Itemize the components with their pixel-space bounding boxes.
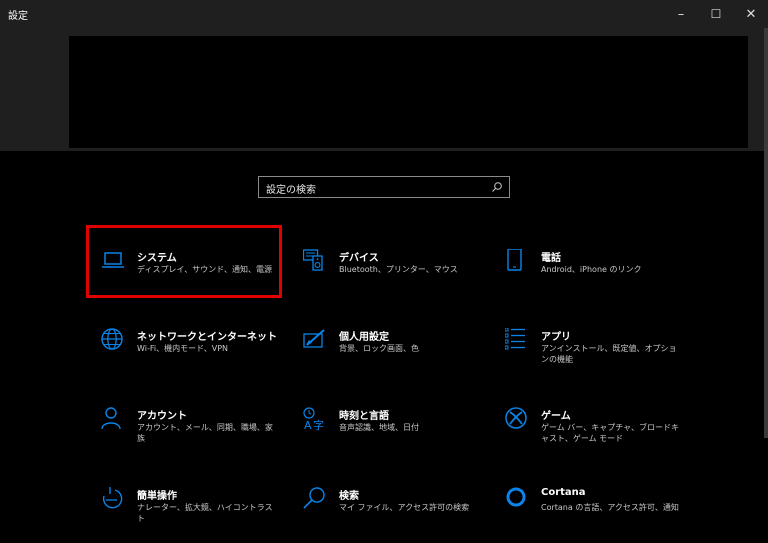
- tile-title: アカウント: [137, 411, 187, 422]
- apps-list-icon: [505, 328, 525, 350]
- tile-phone[interactable]: 電話 Android、iPhone のリンク: [505, 249, 695, 305]
- svg-text:A: A: [304, 419, 312, 432]
- tile-title: 電話: [541, 253, 561, 264]
- tile-time-language[interactable]: A 字 時刻と言語 音声認識、地域、日付: [303, 407, 493, 463]
- tile-cortana[interactable]: Cortana Cortana の言語、アクセス許可、通知: [505, 487, 695, 543]
- tile-devices[interactable]: デバイス Bluetooth、プリンター、マウス: [303, 249, 493, 305]
- person-icon: [101, 407, 121, 430]
- phone-icon: [507, 249, 522, 271]
- close-button[interactable]: ✕: [734, 0, 768, 28]
- window-title: 設定: [8, 11, 28, 22]
- time-language-icon: A 字: [303, 407, 324, 432]
- tile-title: 時刻と言語: [339, 411, 389, 422]
- tile-description: Android、iPhone のリンク: [541, 265, 642, 274]
- tile-personalization[interactable]: 個人用設定 背景、ロック画面、色: [303, 328, 493, 384]
- tile-title: Cortana: [541, 487, 586, 498]
- tile-network[interactable]: ネットワークとインターネット Wi-Fi、機内モード、VPN: [101, 328, 291, 384]
- scrollbar[interactable]: [764, 28, 768, 438]
- banner: [69, 36, 748, 148]
- search-box-icon: [492, 182, 502, 192]
- tile-accounts[interactable]: アカウント アカウント、メール、同期、職場、家族: [101, 407, 291, 463]
- search-placeholder: 設定の検索: [266, 185, 316, 196]
- tile-title: 検索: [339, 491, 359, 502]
- tile-description: Wi-Fi、機内モード、VPN: [137, 344, 229, 353]
- tile-title: 個人用設定: [339, 332, 389, 343]
- highlight-box: [86, 225, 282, 298]
- tile-search[interactable]: 検索 マイ ファイル、アクセス許可の検索: [303, 487, 493, 543]
- ease-of-access-icon: [102, 487, 123, 509]
- xbox-icon: [505, 407, 527, 429]
- svg-text:字: 字: [313, 418, 324, 432]
- tile-description: Cortana の言語、アクセス許可、通知: [541, 503, 679, 512]
- keyboard-speaker-icon: [303, 249, 323, 271]
- search-icon: [303, 487, 325, 509]
- search-box[interactable]: 設定の検索: [258, 176, 510, 198]
- tile-description: Bluetooth、プリンター、マウス: [339, 265, 458, 274]
- tile-description: マイ ファイル、アクセス許可の検索: [339, 503, 470, 512]
- paint-pen-icon: [303, 329, 325, 348]
- tile-gaming[interactable]: ゲーム ゲーム バー、キャプチャ、ブロードキャスト、ゲーム モード: [505, 407, 695, 463]
- tile-ease-of-access[interactable]: 簡単操作 ナレーター、拡大鏡、ハイコントラスト: [101, 487, 291, 543]
- tile-title: デバイス: [339, 253, 379, 264]
- tile-description: ナレーター、拡大鏡、ハイコントラスト: [137, 503, 273, 523]
- title-bar: 設定 – ☐ ✕: [0, 0, 768, 28]
- tile-description: アカウント、メール、同期、職場、家族: [137, 423, 273, 443]
- tile-title: ネットワークとインターネット: [137, 332, 277, 343]
- tile-description: ゲーム バー、キャプチャ、ブロードキャスト、ゲーム モード: [541, 423, 679, 443]
- tile-title: 簡単操作: [137, 491, 177, 502]
- tile-apps[interactable]: アプリ アンインストール、既定値、オプションの機能: [505, 328, 695, 384]
- tile-title: アプリ: [541, 332, 571, 343]
- globe-icon: [101, 328, 123, 350]
- cortana-icon: [506, 487, 526, 507]
- tile-description: 音声認識、地域、日付: [339, 423, 419, 432]
- header-area: [0, 28, 768, 151]
- tile-title: ゲーム: [541, 411, 571, 422]
- maximize-button[interactable]: ☐: [699, 0, 733, 28]
- minimize-button[interactable]: –: [664, 0, 698, 28]
- tile-description: アンインストール、既定値、オプションの機能: [541, 344, 677, 364]
- tile-description: 背景、ロック画面、色: [339, 344, 419, 353]
